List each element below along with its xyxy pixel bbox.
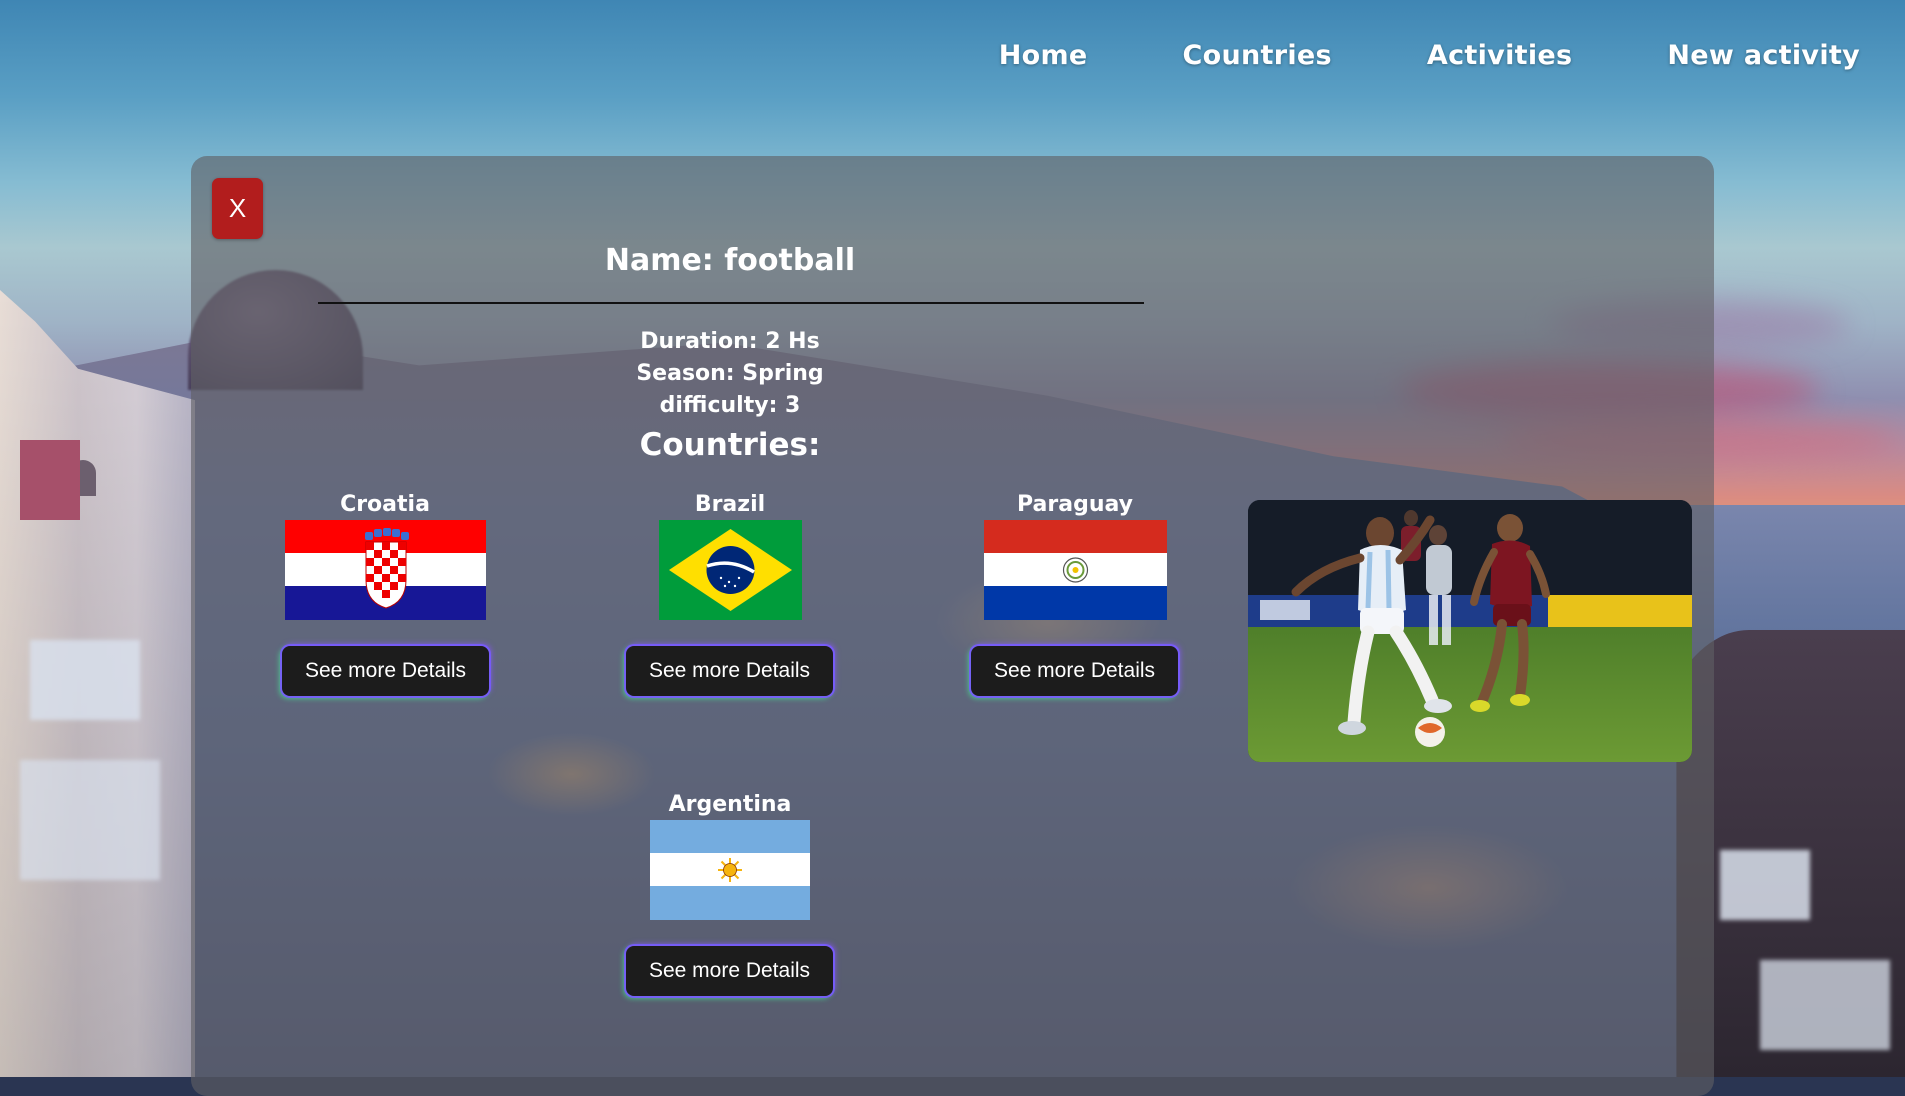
country-name: Argentina — [668, 792, 792, 817]
nav-home-link[interactable]: Home — [999, 40, 1088, 71]
nav-countries-link[interactable]: Countries — [1183, 40, 1332, 71]
brazil-details-button[interactable]: See more Details — [626, 646, 833, 696]
title-divider — [318, 302, 1144, 304]
activity-difficulty: difficulty: 3 — [659, 393, 801, 418]
croatia-flag-icon — [284, 520, 486, 620]
brazil-flag-icon — [658, 520, 802, 620]
country-card-argentina: Argentina — [630, 790, 830, 920]
nav-activities-link[interactable]: Activities — [1427, 40, 1572, 71]
activity-photo — [1248, 500, 1692, 762]
paraguay-details-button[interactable]: See more Details — [971, 646, 1178, 696]
paraguay-flag-icon — [983, 520, 1167, 620]
argentina-flag-icon — [650, 820, 810, 920]
country-name: Paraguay — [1017, 492, 1133, 517]
country-card-paraguay: Paraguay — [975, 490, 1175, 620]
close-button[interactable]: X — [212, 178, 263, 239]
activity-name: Name: football — [604, 243, 856, 278]
country-name: Croatia — [340, 492, 430, 517]
activity-duration: Duration: 2 Hs — [640, 329, 820, 354]
croatia-details-button[interactable]: See more Details — [282, 646, 489, 696]
top-navigation: Home Countries Activities New activity — [904, 40, 1860, 71]
countries-heading: Countries: — [639, 427, 821, 463]
country-name: Brazil — [694, 492, 766, 517]
nav-new-activity-link[interactable]: New activity — [1667, 40, 1860, 71]
activity-season: Season: Spring — [636, 361, 824, 386]
argentina-details-button[interactable]: See more Details — [626, 946, 833, 996]
country-card-brazil: Brazil — [630, 490, 830, 620]
country-card-croatia: Croatia — [280, 490, 490, 620]
